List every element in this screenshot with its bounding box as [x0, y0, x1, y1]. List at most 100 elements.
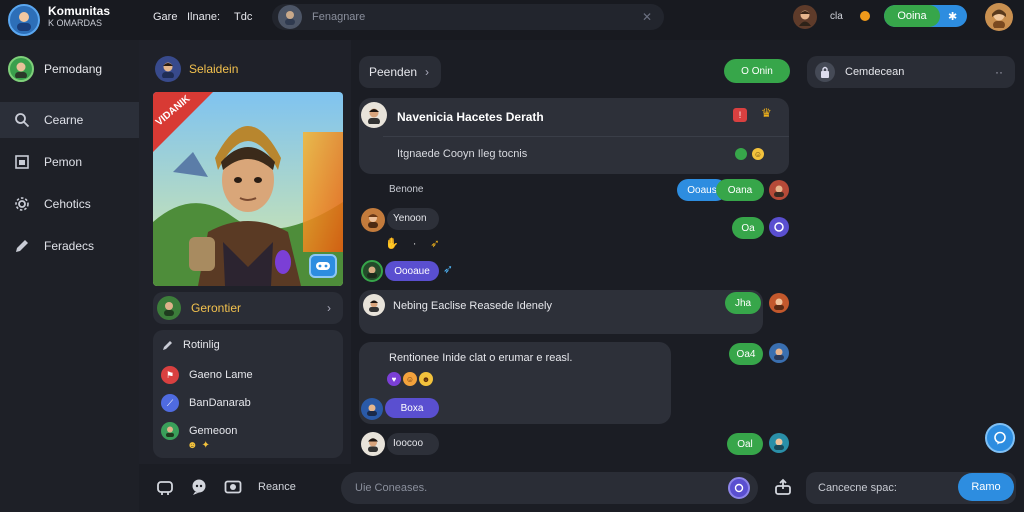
reaction-row: ✋ · ➶ [385, 237, 440, 251]
bottom-toolbar-label[interactable]: Reance [258, 481, 296, 493]
message-bubble[interactable]: Nebing Eaclise Reasede Idenely [359, 290, 763, 334]
profile-avatar[interactable] [985, 3, 1013, 31]
app-logo[interactable] [8, 4, 40, 36]
sidebar-item-label: Pemon [44, 155, 83, 169]
image-icon [15, 155, 29, 169]
more-icon[interactable]: ·· [995, 65, 1003, 79]
sidebar-item-label: Feradecs [44, 239, 95, 253]
member-avatar [157, 296, 181, 320]
message-composer[interactable]: Uie Coneases. [341, 472, 758, 504]
online-icon [735, 148, 747, 160]
top-link-0[interactable]: Gare [153, 11, 177, 23]
reactor-avatar [769, 180, 789, 200]
author-avatar [361, 102, 387, 128]
emoji-icon: ☻ [187, 440, 198, 451]
star-icon: ✦ [201, 440, 210, 451]
message-badge[interactable]: Jha [725, 292, 761, 314]
reaction-pill[interactable]: Oana [716, 179, 764, 201]
author-avatar [363, 294, 385, 316]
member-name: Gerontier [191, 301, 242, 315]
message-tag[interactable]: Oooaue [385, 261, 439, 281]
reactor-avatar [769, 293, 789, 313]
avatar-icon [161, 422, 179, 440]
sidebar-item-label: Cehotics [44, 197, 91, 211]
action-label: Ooina [884, 5, 940, 27]
dot-icon: · [412, 237, 417, 250]
message-bubble[interactable]: Ioocoo [387, 433, 439, 455]
list-item-label: Gemeoon [189, 425, 238, 437]
message-text: Nebing Eaclise Reasede Idenely [393, 300, 552, 312]
sidebar-item-feradecs[interactable]: Feradecs [0, 228, 139, 264]
sidebar: Pemodang Cearne Pemon Cehotics Feradecs [0, 40, 139, 512]
pinned-subtitle: Itgnaede Cooyn Ileg tocnis [397, 148, 528, 160]
member-row[interactable]: Gerontier › [153, 292, 343, 324]
message-badge[interactable]: Oa [732, 217, 764, 239]
grin-emoji-icon: ☻ [419, 372, 433, 386]
list-item[interactable]: Gemeoon [161, 422, 237, 440]
sidebar-item-cearne[interactable]: Cearne [0, 102, 139, 138]
edit-icon [163, 341, 172, 350]
right-header[interactable]: Cemdecean ·· [807, 56, 1015, 88]
controller-icon[interactable] [156, 478, 174, 496]
app-subname: K OMARDAS [48, 18, 103, 28]
banner-action-button[interactable] [309, 254, 337, 278]
message-badge[interactable]: Oa4 [729, 343, 763, 365]
composer-input[interactable]: Uie Coneases. [355, 482, 427, 494]
search-bar[interactable]: Fenagnare ✕ [272, 4, 664, 30]
chat-panel: Peenden › O Onin Navenicia Hacetes Derat… [351, 40, 799, 512]
search-input[interactable]: Fenagnare [312, 11, 365, 23]
chat-icon[interactable] [190, 478, 208, 496]
app-name: Komunitas [48, 4, 111, 18]
reactor-avatar [769, 433, 789, 453]
list-item[interactable]: ⟋ BanDanarab [161, 394, 251, 412]
bluetooth-icon: ✱ [948, 10, 958, 23]
channel-panel: Selaidein VIDANIK Gerontier › Rotinlig ⚑… [139, 40, 351, 512]
message-bubble[interactable]: Rentionee Inide clat o erumar e reasl. ♥… [359, 342, 671, 424]
gear-icon [15, 197, 29, 211]
reply-input[interactable]: Cancecne spac: [818, 482, 897, 494]
alert-icon[interactable]: ! [733, 108, 747, 122]
smile-emoji-icon: ☺ [403, 372, 417, 386]
action-button[interactable]: Ooina ✱ [884, 5, 967, 27]
pencil-icon [16, 240, 28, 252]
top-bar: Komunitas K OMARDAS Gare Ilnane: Tdc Fen… [0, 0, 1024, 40]
sidebar-item-cehotics[interactable]: Cehotics [0, 186, 139, 222]
chevron-right-icon[interactable]: › [327, 301, 331, 315]
chat-header[interactable]: Peenden › [359, 56, 441, 88]
list-item[interactable]: ⚑ Gaeno Lame [161, 366, 253, 384]
channel-avatar[interactable] [155, 56, 181, 82]
reply-tag[interactable]: Boxa [385, 398, 439, 418]
camera-icon[interactable] [224, 478, 242, 496]
message-bubble[interactable]: Yenoon [387, 208, 439, 230]
send-icon[interactable] [728, 477, 750, 499]
chat-bubble-icon [994, 431, 1006, 445]
sword-icon: ⟋ [161, 394, 179, 412]
top-link-1[interactable]: Ilnane: [187, 11, 220, 23]
list-emoji-row: ☻ ✦ [187, 440, 210, 451]
pinned-divider [383, 136, 789, 137]
share-icon[interactable] [774, 478, 792, 496]
pinned-message[interactable]: Navenicia Hacetes Derath ! ♛ Itgnaede Co… [359, 98, 789, 174]
close-icon[interactable]: ✕ [642, 10, 652, 24]
list-item-label: BanDanarab [189, 397, 251, 409]
search-avatar [278, 5, 302, 29]
reactor-avatar [769, 217, 789, 237]
profile-avatar-small[interactable] [8, 56, 34, 82]
arrow-icon: ➶ [430, 238, 440, 250]
user-avatar[interactable] [793, 5, 817, 29]
help-button[interactable] [985, 423, 1015, 453]
chevron-right-icon: › [425, 65, 430, 79]
sidebar-item-pemon[interactable]: Pemon [0, 144, 139, 180]
chat-header-label: Peenden [369, 65, 418, 79]
message-badge[interactable]: Oal [727, 433, 763, 455]
search-icon [15, 113, 30, 128]
right-header-title: Cemdecean [845, 66, 905, 78]
hero-banner-image[interactable]: VIDANIK [153, 92, 343, 286]
name-tag: Benone [389, 184, 424, 195]
send-button[interactable]: Ramo [958, 473, 1014, 501]
chat-header-action[interactable]: O Onin [724, 59, 790, 83]
top-link-2[interactable]: Tdc [234, 11, 252, 23]
sidebar-item-label: Cearne [44, 113, 84, 127]
notification-dot[interactable] [860, 11, 870, 21]
status-text: cla [830, 11, 843, 22]
